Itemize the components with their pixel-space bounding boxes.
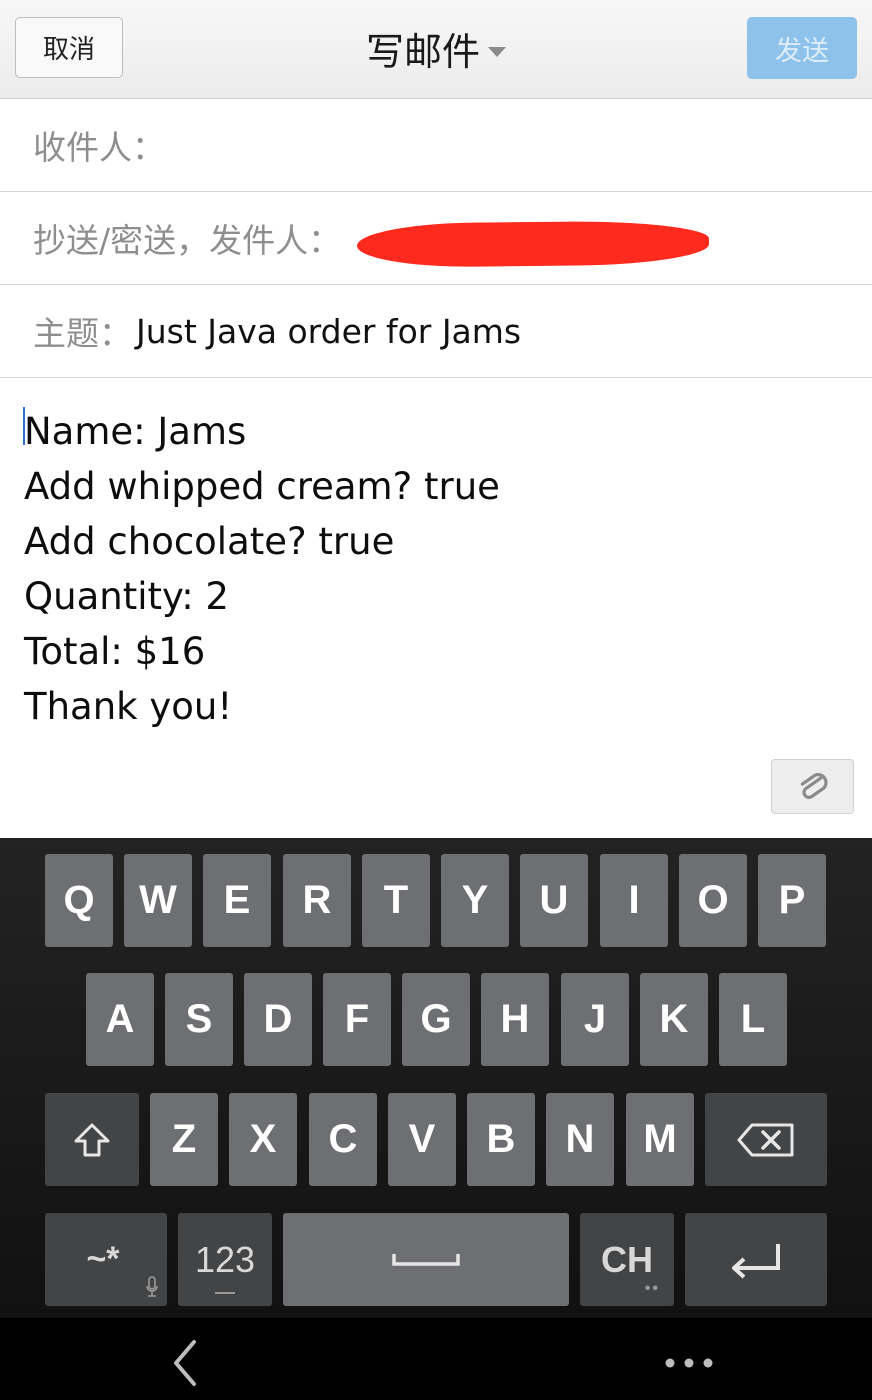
shift-icon — [74, 1123, 110, 1156]
body-line: Name: Jams — [24, 410, 247, 453]
key-w[interactable]: W — [124, 854, 192, 947]
key-d[interactable]: D — [244, 973, 312, 1066]
key-t[interactable]: T — [362, 854, 430, 947]
backspace-icon — [737, 1123, 794, 1156]
key-i[interactable]: I — [600, 854, 668, 947]
key-y[interactable]: Y — [441, 854, 509, 947]
key-j[interactable]: J — [561, 973, 629, 1066]
navigation-bar — [0, 1318, 872, 1400]
subject-input[interactable]: Just Java order for Jams — [136, 312, 521, 351]
key-x[interactable]: X — [229, 1093, 297, 1186]
mic-icon — [146, 1276, 158, 1297]
send-button[interactable]: 发送 — [747, 17, 857, 79]
redaction-mark — [356, 220, 710, 268]
key-n[interactable]: N — [546, 1093, 614, 1186]
key-c[interactable]: C — [309, 1093, 377, 1186]
chevron-down-icon — [488, 47, 506, 57]
space-key[interactable] — [283, 1213, 569, 1306]
symbols-label: ~* — [86, 1240, 120, 1278]
shift-key[interactable] — [45, 1093, 139, 1186]
key-r[interactable]: R — [283, 854, 351, 947]
paperclip-icon — [800, 772, 828, 799]
dots-indicator: •• — [644, 1280, 660, 1297]
space-icon — [392, 1253, 460, 1266]
key-l[interactable]: L — [719, 973, 787, 1066]
page-title: 写邮件 — [365, 29, 480, 74]
language-label: CH — [601, 1238, 653, 1280]
symbols-key[interactable]: ~* — [45, 1213, 167, 1306]
key-q[interactable]: Q — [45, 854, 113, 947]
body-line: Add whipped cream? true — [24, 465, 500, 508]
to-label: 收件人： — [33, 128, 165, 167]
key-g[interactable]: G — [402, 973, 470, 1066]
key-s[interactable]: S — [165, 973, 233, 1066]
key-f[interactable]: F — [323, 973, 391, 1066]
back-icon[interactable] — [166, 1338, 206, 1388]
key-b[interactable]: B — [467, 1093, 535, 1186]
subject-label: 主题： — [33, 314, 132, 353]
language-key[interactable]: CH •• — [580, 1213, 674, 1306]
enter-icon — [732, 1243, 780, 1278]
key-a[interactable]: A — [86, 973, 154, 1066]
numbers-underline — [215, 1292, 235, 1294]
enter-key[interactable] — [685, 1213, 827, 1306]
key-m[interactable]: M — [626, 1093, 694, 1186]
title-dropdown[interactable]: 写邮件 — [0, 22, 872, 74]
key-v[interactable]: V — [388, 1093, 456, 1186]
key-o[interactable]: O — [679, 854, 747, 947]
key-z[interactable]: Z — [150, 1093, 218, 1186]
body-line: Quantity: 2 — [24, 575, 229, 618]
body-line: Total: $16 — [24, 630, 206, 673]
attach-button[interactable] — [771, 759, 854, 814]
more-icon[interactable] — [664, 1356, 714, 1370]
cc-label: 抄送/密送，发件人： — [33, 221, 342, 260]
top-bar: 取消 写邮件 发送 — [0, 0, 872, 99]
backspace-key[interactable] — [705, 1093, 827, 1186]
key-k[interactable]: K — [640, 973, 708, 1066]
key-e[interactable]: E — [203, 854, 271, 947]
numbers-label: 123 — [194, 1238, 256, 1280]
key-p[interactable]: P — [758, 854, 826, 947]
key-h[interactable]: H — [481, 973, 549, 1066]
message-body[interactable]: Name: Jams Add whipped cream? true Add c… — [24, 404, 844, 734]
to-field[interactable]: 收件人： — [0, 99, 872, 192]
key-u[interactable]: U — [520, 854, 588, 947]
soft-keyboard: Q W E R T Y U I O P A S D F G H J K L Z … — [0, 838, 872, 1318]
body-line: Thank you! — [24, 685, 233, 728]
body-line: Add chocolate? true — [24, 520, 395, 563]
subject-field[interactable]: 主题： Just Java order for Jams — [0, 285, 872, 378]
numbers-key[interactable]: 123 — [178, 1213, 272, 1306]
